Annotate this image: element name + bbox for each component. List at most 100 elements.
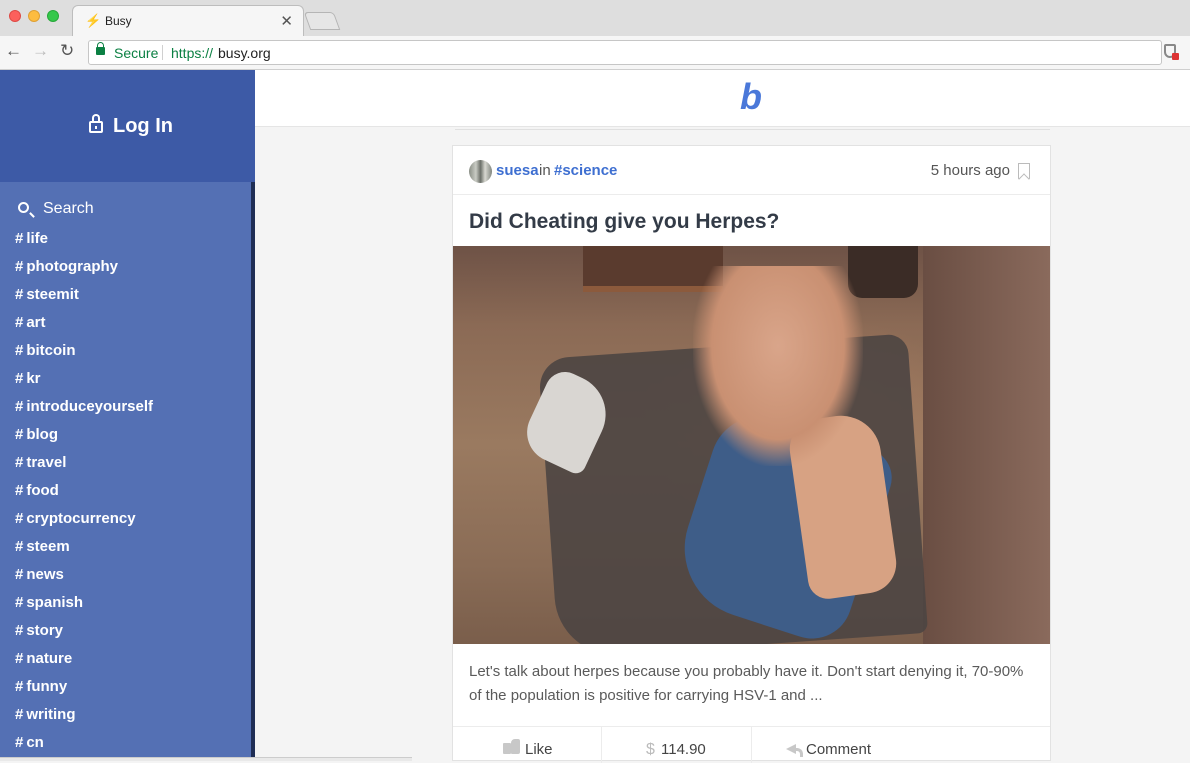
post-title[interactable]: Did Cheating give you Herpes? (469, 210, 779, 234)
sidebar-tag[interactable]: # food (15, 482, 153, 510)
post-author-link[interactable]: suesa (496, 162, 539, 179)
sidebar-tag[interactable]: # writing (15, 706, 153, 734)
post-actions: Like $ 114.90 Comment (453, 726, 1050, 763)
post-category-link[interactable]: #science (554, 162, 617, 179)
post-timestamp: 5 hours ago (930, 162, 1010, 179)
secure-label: Secure (114, 45, 159, 61)
payout-button[interactable]: $ 114.90 (601, 727, 752, 763)
status-bar (0, 757, 412, 761)
sidebar-tag[interactable]: # travel (15, 454, 153, 482)
hash-symbol: # (15, 594, 24, 611)
tag-label: bitcoin (26, 342, 76, 359)
url-host: busy.org (218, 45, 271, 61)
sidebar-tag[interactable]: # nature (15, 650, 153, 678)
address-separator (162, 45, 163, 60)
tag-label: spanish (26, 594, 84, 611)
tag-label: cryptocurrency (26, 510, 136, 527)
comment-label: Comment (806, 741, 872, 758)
sidebar-tag[interactable]: # photography (15, 258, 153, 286)
brand-logo[interactable]: b (740, 76, 762, 118)
sidebar-tag[interactable]: # steem (15, 538, 153, 566)
payout-value: 114.90 (661, 741, 706, 758)
sidebar-tag[interactable]: # introduceyourself (15, 398, 153, 426)
post-excerpt[interactable]: Let's talk about herpes because you prob… (469, 660, 1035, 708)
tag-label: funny (26, 678, 68, 695)
dollar-icon: $ (646, 741, 655, 758)
post-card: suesa in #science 5 hours ago Did Cheati… (452, 145, 1051, 763)
tag-label: blog (26, 426, 58, 443)
forward-arrow-icon[interactable]: → (32, 41, 49, 61)
tag-label: introduceyourself (26, 398, 154, 415)
hash-symbol: # (15, 706, 24, 723)
tag-label: steem (26, 538, 70, 555)
sidebar-tag[interactable]: # spanish (15, 594, 153, 622)
tag-label: story (26, 622, 64, 639)
tag-label: news (26, 566, 64, 583)
tab-close-icon[interactable]: ✕ (280, 12, 293, 30)
hash-symbol: # (15, 398, 24, 415)
tag-label: photography (26, 258, 118, 275)
bolt-icon: ⚡ (85, 13, 102, 28)
top-header: b (255, 70, 1190, 127)
bookmark-icon[interactable] (1018, 163, 1030, 179)
tag-label: writing (26, 706, 76, 723)
search-icon (18, 202, 29, 213)
sidebar-tag[interactable]: # steemit (15, 286, 153, 314)
window-close-button[interactable] (9, 10, 21, 22)
post-header: suesa in #science 5 hours ago (453, 146, 1050, 195)
tag-list: # life # photography # steemit # art # bitcoi… (15, 230, 153, 762)
tag-label: steemit (26, 286, 79, 303)
hash-symbol: # (15, 678, 24, 695)
hash-symbol: # (15, 454, 24, 471)
hash-symbol: # (15, 258, 24, 275)
window-maximize-button[interactable] (47, 10, 59, 22)
tag-label: life (26, 230, 49, 247)
tag-label: food (26, 482, 59, 499)
post-image[interactable] (453, 246, 1050, 644)
hash-symbol: # (15, 426, 24, 443)
in-label: in (539, 162, 551, 179)
sidebar-tag[interactable]: # cryptocurrency (15, 510, 153, 538)
reload-icon[interactable]: ↻ (60, 41, 74, 61)
tag-label: nature (26, 650, 73, 667)
tag-label: art (26, 314, 46, 331)
hash-symbol: # (15, 286, 24, 303)
sidebar-tag[interactable]: # bitcoin (15, 342, 153, 370)
tab-title: Busy (105, 14, 132, 28)
sidebar-tag[interactable]: # blog (15, 426, 153, 454)
sidebar-tag[interactable]: # art (15, 314, 153, 342)
hash-symbol: # (15, 370, 24, 387)
previous-card-edge (455, 126, 1050, 130)
back-arrow-icon[interactable]: ← (5, 41, 22, 61)
like-button[interactable]: Like (453, 727, 601, 763)
extension-icon[interactable] (1164, 44, 1179, 60)
reply-icon (786, 744, 803, 757)
hash-symbol: # (15, 314, 24, 331)
new-tab-button[interactable] (303, 12, 341, 30)
address-bar[interactable]: Secure https:// busy.org (88, 40, 1162, 65)
hash-symbol: # (15, 538, 24, 555)
url-scheme: https:// (171, 45, 214, 61)
sidebar-tag[interactable]: # news (15, 566, 153, 594)
sidebar: Log In Search # life # photography # steemi… (0, 70, 255, 761)
login-button[interactable]: Log In (0, 70, 255, 182)
browser-tab[interactable]: ⚡ Busy ✕ (72, 5, 304, 36)
sidebar-tag[interactable]: # kr (15, 370, 153, 398)
search-label: Search (43, 200, 94, 217)
tag-label: cn (26, 734, 44, 751)
lock-icon (96, 42, 105, 55)
thumbs-up-icon (503, 739, 520, 754)
avatar[interactable] (469, 160, 492, 183)
hash-symbol: # (15, 566, 24, 583)
comment-button[interactable]: Comment (751, 727, 1051, 763)
sidebar-scrollbar[interactable] (251, 182, 255, 761)
window-minimize-button[interactable] (28, 10, 40, 22)
hash-symbol: # (15, 650, 24, 667)
hash-symbol: # (15, 510, 24, 527)
image-detail (923, 246, 1050, 644)
sidebar-tag[interactable]: # story (15, 622, 153, 650)
sidebar-tag[interactable]: # life (15, 230, 153, 258)
hash-symbol: # (15, 342, 24, 359)
hash-symbol: # (15, 482, 24, 499)
sidebar-tag[interactable]: # funny (15, 678, 153, 706)
